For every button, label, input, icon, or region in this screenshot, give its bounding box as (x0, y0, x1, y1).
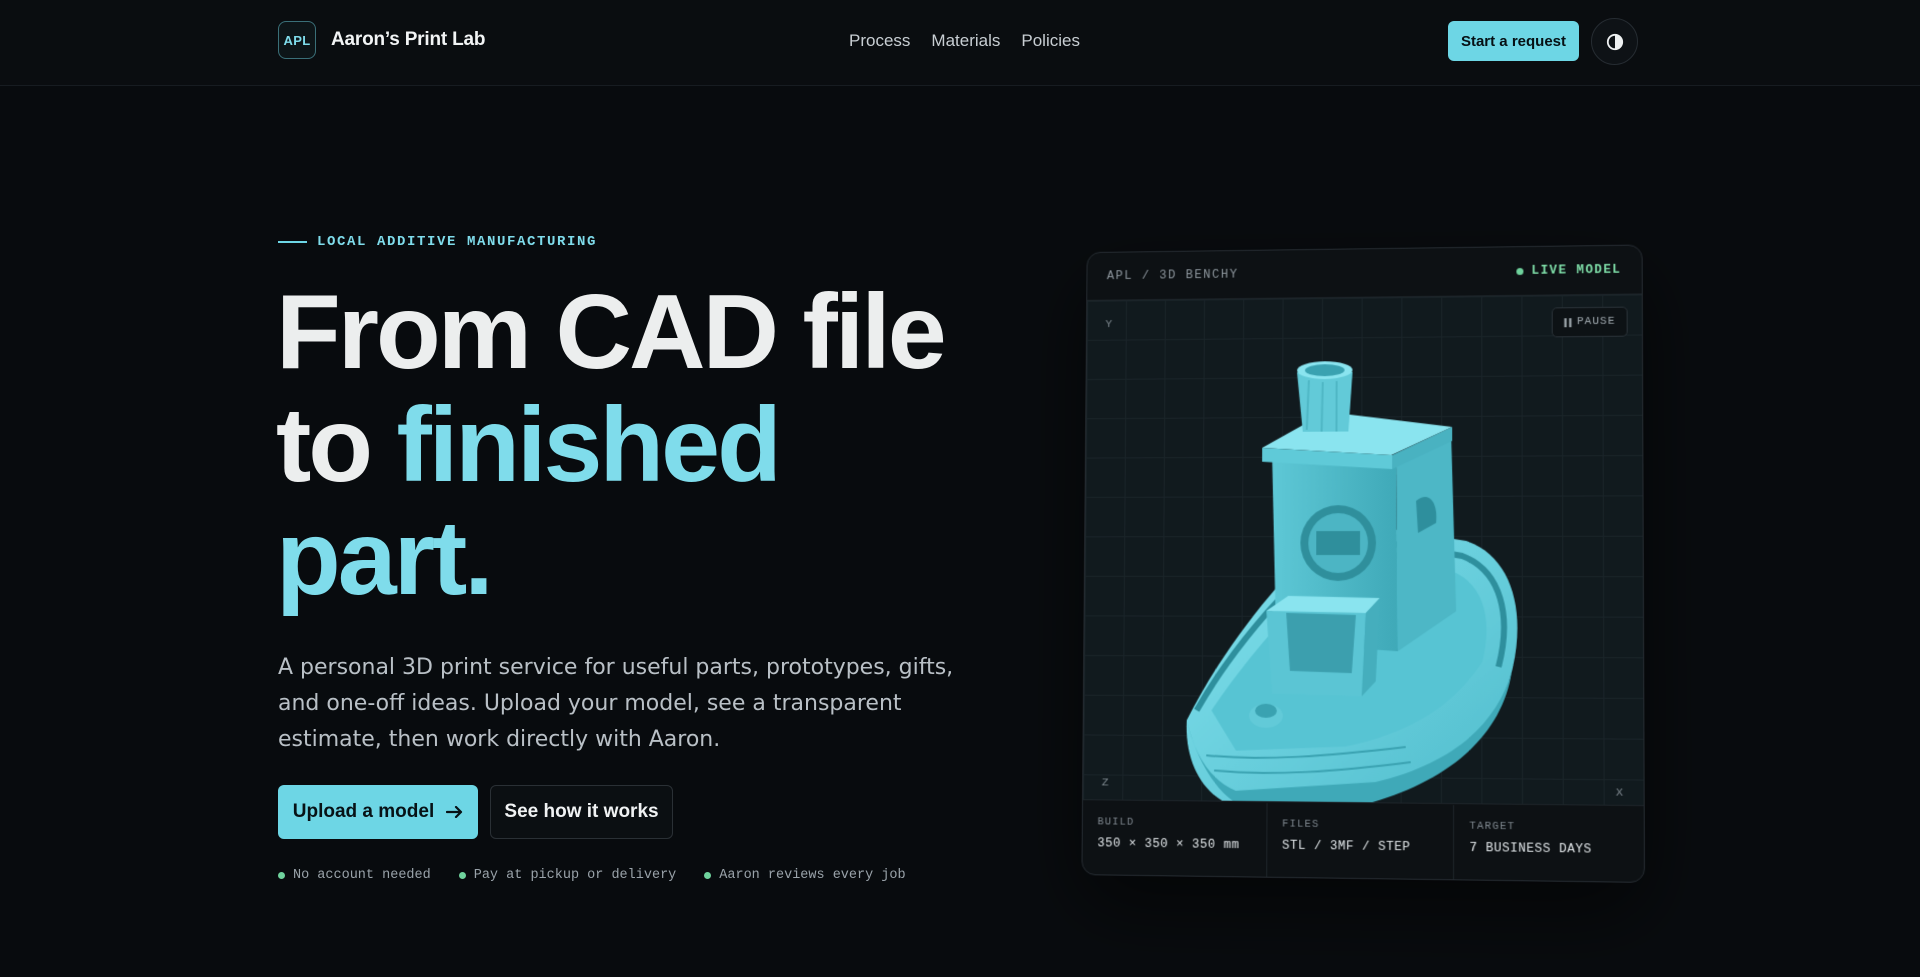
stat-value: STL / 3MF / STEP (1282, 839, 1438, 855)
nav-link-policies[interactable]: Policies (1021, 31, 1080, 51)
axis-label-x: X (1616, 786, 1623, 799)
eyebrow-rule (278, 241, 307, 243)
nav-link-process[interactable]: Process (849, 31, 910, 51)
pause-label: PAUSE (1577, 316, 1616, 328)
stat-label: TARGET (1470, 821, 1629, 835)
brand-name: Aaron’s Print Lab (331, 29, 485, 51)
brand-logo-link[interactable]: APL Aaron’s Print Lab (278, 21, 485, 59)
live-status-badge: LIVE MODEL (1516, 263, 1621, 278)
axis-label-z: Z (1102, 776, 1109, 789)
upload-model-button[interactable]: Upload a model (278, 785, 478, 839)
card-header: APL / 3D BENCHY LIVE MODEL (1087, 246, 1642, 300)
status-dot-icon (459, 872, 466, 879)
perk-text: Aaron reviews every job (719, 868, 905, 883)
perk-item: No account needed (278, 868, 431, 883)
card-stats-row: BUILD 350 × 350 × 350 mm FILES STL / 3MF… (1082, 801, 1644, 883)
hero-eyebrow: LOCAL ADDITIVE MANUFACTURING (278, 234, 597, 250)
perk-text: Pay at pickup or delivery (474, 868, 677, 883)
live-status-text: LIVE MODEL (1531, 263, 1621, 278)
benchy-model-icon (1167, 350, 1548, 806)
stat-files: FILES STL / 3MF / STEP (1267, 803, 1455, 881)
headline-line-3-accent: part. (276, 499, 491, 617)
arrow-right-icon (446, 806, 463, 818)
axis-label-y: Y (1105, 318, 1112, 331)
perk-text: No account needed (293, 868, 431, 883)
pause-icon (1564, 318, 1572, 327)
nav-link-materials[interactable]: Materials (931, 31, 1000, 51)
live-dot-icon (1516, 267, 1523, 274)
headline-line-2-accent: finished (397, 386, 779, 504)
stat-target: TARGET 7 BUSINESS DAYS (1454, 805, 1644, 883)
status-dot-icon (704, 872, 711, 879)
headline-line-2-plain: to (276, 386, 397, 504)
see-how-it-works-button[interactable]: See how it works (490, 785, 673, 839)
pause-button[interactable]: PAUSE (1552, 307, 1628, 338)
perk-item: Pay at pickup or delivery (459, 868, 677, 883)
hero-headline: From CAD file to finished part. (276, 276, 976, 615)
stat-label: FILES (1282, 818, 1438, 832)
perk-item: Aaron reviews every job (704, 868, 905, 883)
card-title: APL / 3D BENCHY (1107, 268, 1239, 283)
contrast-icon (1606, 33, 1624, 51)
eyebrow-text: LOCAL ADDITIVE MANUFACTURING (317, 234, 597, 250)
stat-value: 350 × 350 × 350 mm (1097, 836, 1251, 852)
start-request-button[interactable]: Start a request (1448, 21, 1579, 61)
stat-build: BUILD 350 × 350 × 350 mm (1082, 801, 1267, 879)
model-preview-card: APL / 3D BENCHY LIVE MODEL Y Z X PAUSE B… (1081, 244, 1645, 882)
headline-line-1: From CAD file (276, 273, 944, 391)
primary-nav: Process Materials Policies (849, 31, 1080, 51)
upload-model-label: Upload a model (293, 801, 434, 823)
stat-label: BUILD (1097, 816, 1251, 830)
theme-toggle-button[interactable] (1591, 18, 1638, 65)
brand-badge: APL (278, 21, 316, 59)
top-navbar: APL Aaron’s Print Lab Process Materials … (0, 0, 1920, 86)
hero-lead-paragraph: A personal 3D print service for useful p… (278, 650, 968, 758)
perks-list: No account needed Pay at pickup or deliv… (278, 868, 906, 883)
model-viewport[interactable]: Y Z X PAUSE (1083, 293, 1644, 806)
status-dot-icon (278, 872, 285, 879)
stat-value: 7 BUSINESS DAYS (1470, 841, 1629, 857)
